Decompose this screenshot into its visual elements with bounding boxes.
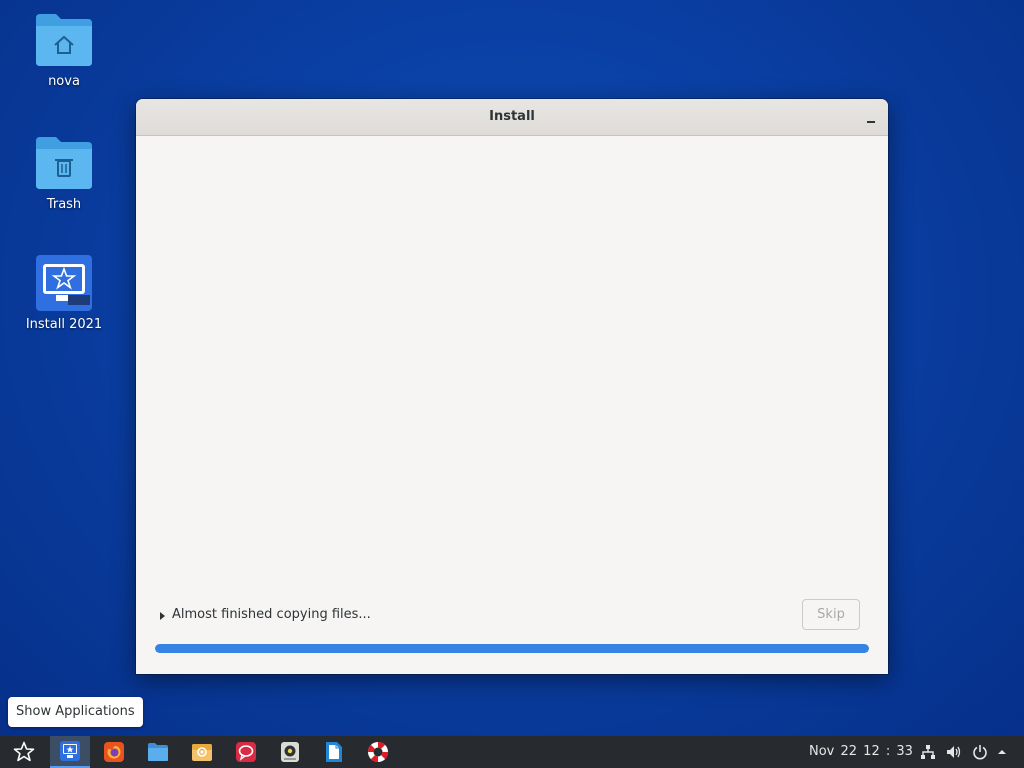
progress-bar-fill: [155, 644, 869, 653]
desktop-icon-install[interactable]: Install 2021: [16, 255, 112, 332]
minimize-button[interactable]: [862, 108, 880, 126]
desktop-icon-label: Trash: [46, 197, 82, 212]
taskbar-item-help[interactable]: [358, 736, 398, 768]
tray-arrow-icon: [998, 750, 1006, 754]
desktop-icon-label: Install 2021: [25, 317, 103, 332]
taskbar-item-files[interactable]: [138, 736, 178, 768]
mail-icon: [192, 744, 212, 761]
taskbar-item-mail[interactable]: [182, 736, 222, 768]
installer-icon: [60, 741, 80, 761]
document-icon: [326, 742, 342, 762]
star-icon: [13, 741, 35, 762]
power-icon: [973, 745, 987, 760]
chat-icon: [236, 742, 256, 762]
tray-expand-button[interactable]: [992, 736, 1012, 768]
progress-status-text: Almost finished copying files...: [172, 607, 371, 622]
volume-indicator[interactable]: [944, 736, 964, 768]
skip-button[interactable]: Skip: [802, 599, 860, 630]
music-icon: [281, 742, 299, 762]
show-applications-tooltip: Show Applications: [8, 697, 143, 727]
progress-bar: [155, 644, 869, 653]
home-folder-icon: [34, 12, 94, 68]
minimize-icon: [867, 121, 875, 123]
installer-icon: [34, 255, 94, 311]
taskbar-item-music[interactable]: [270, 736, 310, 768]
firefox-icon: [104, 742, 124, 762]
lifebuoy-icon: [367, 741, 389, 763]
network-indicator[interactable]: [918, 736, 938, 768]
desktop-icon-label: nova: [48, 74, 80, 89]
taskbar-clock[interactable]: Nov 22 12 : 33: [809, 736, 913, 768]
install-window: Install Almost finished copying files...…: [136, 99, 888, 674]
window-titlebar[interactable]: Install: [136, 99, 888, 136]
expander-arrow-icon: [160, 611, 165, 620]
folder-icon: [148, 743, 168, 761]
show-applications-button[interactable]: [4, 736, 44, 768]
taskbar-item-chat[interactable]: [226, 736, 266, 768]
power-indicator[interactable]: [970, 736, 990, 768]
taskbar: Nov 22 12 : 33: [0, 736, 1024, 768]
window-title: Install: [489, 109, 535, 124]
desktop-icon-nova[interactable]: nova: [16, 12, 112, 89]
volume-icon: [947, 746, 961, 758]
network-icon: [921, 745, 935, 759]
taskbar-item-firefox[interactable]: [94, 736, 134, 768]
taskbar-item-document[interactable]: [314, 736, 354, 768]
taskbar-item-installer[interactable]: [50, 736, 90, 768]
progress-details-expander[interactable]: Almost finished copying files...: [160, 607, 371, 622]
desktop-icon-trash[interactable]: Trash: [16, 135, 112, 212]
desktop: nova Trash Install 2021 Install Almost f…: [0, 0, 1024, 736]
trash-folder-icon: [34, 135, 94, 191]
